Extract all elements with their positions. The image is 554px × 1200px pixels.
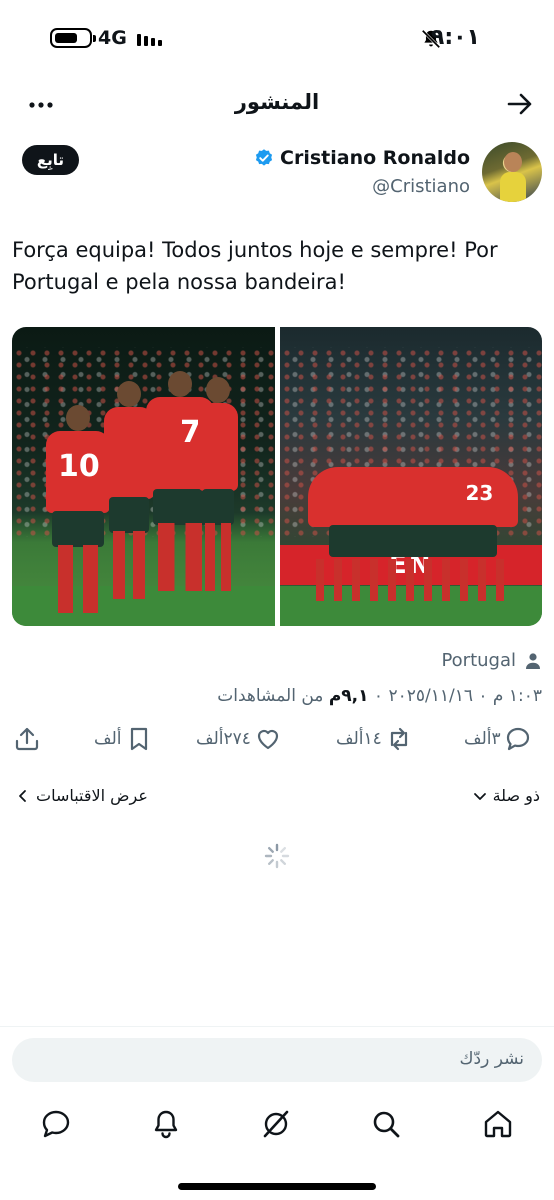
reply-filters: عرض الاقتباسات ذو صلة: [0, 786, 554, 810]
repost-icon: [390, 727, 407, 751]
timestamp-text: ١:٠٣ م ٠ ٢٠٢٥/١١/١٦ ٠: [373, 686, 542, 706]
network-type: 4G: [98, 27, 127, 49]
status-bar: 4G ٩:٠١: [0, 0, 554, 76]
page-title: المنشور: [234, 90, 320, 114]
jersey-number: 10: [58, 449, 100, 484]
loading-spinner-icon: [264, 843, 290, 869]
tweet-text: Força equipa! Todos juntos hoje e sempre…: [12, 238, 498, 294]
location-label: Portugal: [441, 650, 516, 671]
views-count: ٩,١م: [328, 686, 369, 706]
signal-icon: [137, 34, 162, 46]
author-name-row[interactable]: Cristiano Ronaldo: [254, 147, 470, 169]
bookmark-icon: [130, 727, 147, 751]
location[interactable]: Portugal: [441, 650, 542, 671]
tweet-timestamp: ١:٠٣ م ٠ ٢٠٢٥/١١/١٦ ٠ ٩,١م من المشاهدات: [217, 686, 542, 706]
like-button[interactable]: ٢٧٤ألف: [196, 726, 281, 752]
notifications-icon[interactable]: [150, 1108, 182, 1140]
photo-team-celebration[interactable]: 10 7: [12, 327, 275, 626]
jersey-number: 23: [465, 481, 494, 505]
share-button[interactable]: [14, 726, 40, 752]
home-icon[interactable]: [482, 1108, 514, 1140]
chevron-down-icon: [473, 792, 486, 800]
photo-team-huddle[interactable]: EN 23: [279, 327, 542, 626]
sort-relevant-dropdown[interactable]: ذو صلة: [473, 786, 540, 805]
chevron-left-icon: [19, 789, 26, 802]
follow-button[interactable]: تابِع: [22, 145, 79, 175]
clock: ٩:٠١: [430, 25, 480, 50]
view-quotes-link[interactable]: عرض الاقتباسات: [16, 786, 148, 805]
person-icon: [526, 652, 540, 669]
like-count: ٢٧٤ألف: [196, 729, 251, 749]
verified-badge-icon: [255, 149, 273, 166]
reply-button[interactable]: ٣ألف: [464, 726, 531, 752]
reply-count: ٣ألف: [464, 729, 501, 749]
header: المنشور: [0, 86, 554, 126]
bottom-nav: [0, 1104, 554, 1148]
views-label: من المشاهدات: [217, 686, 324, 706]
bookmark-count: ألف: [94, 729, 122, 749]
divider: [0, 1026, 554, 1027]
tweet-media: 10 7 EN 23: [12, 327, 542, 626]
battery-icon: [50, 28, 96, 48]
messages-icon[interactable]: [40, 1108, 72, 1140]
home-indicator: [178, 1183, 376, 1190]
grok-icon[interactable]: [260, 1108, 292, 1140]
search-icon[interactable]: [370, 1108, 402, 1140]
author-name: Cristiano Ronaldo: [280, 147, 470, 169]
sort-label: ذو صلة: [492, 786, 540, 805]
repost-button[interactable]: ١٤ألف: [336, 726, 412, 752]
comment-icon: [506, 727, 529, 751]
bookmark-button[interactable]: ألف: [94, 726, 152, 752]
repost-count: ١٤ألف: [336, 729, 382, 749]
avatar[interactable]: [482, 142, 542, 202]
view-quotes-label: عرض الاقتباسات: [36, 786, 148, 805]
tweet-author: Cristiano Ronaldo @Cristiano تابِع: [0, 140, 554, 206]
share-icon: [15, 727, 39, 751]
tweet-actions: ألف ٢٧٤ألف ١٤ألف ٣ألف: [0, 726, 554, 760]
reply-placeholder: نشر ردّك: [459, 1049, 524, 1069]
reply-input[interactable]: نشر ردّك: [12, 1038, 542, 1082]
back-arrow-icon[interactable]: [506, 90, 534, 118]
heart-icon: [257, 729, 279, 750]
author-handle[interactable]: @Cristiano: [372, 176, 470, 197]
